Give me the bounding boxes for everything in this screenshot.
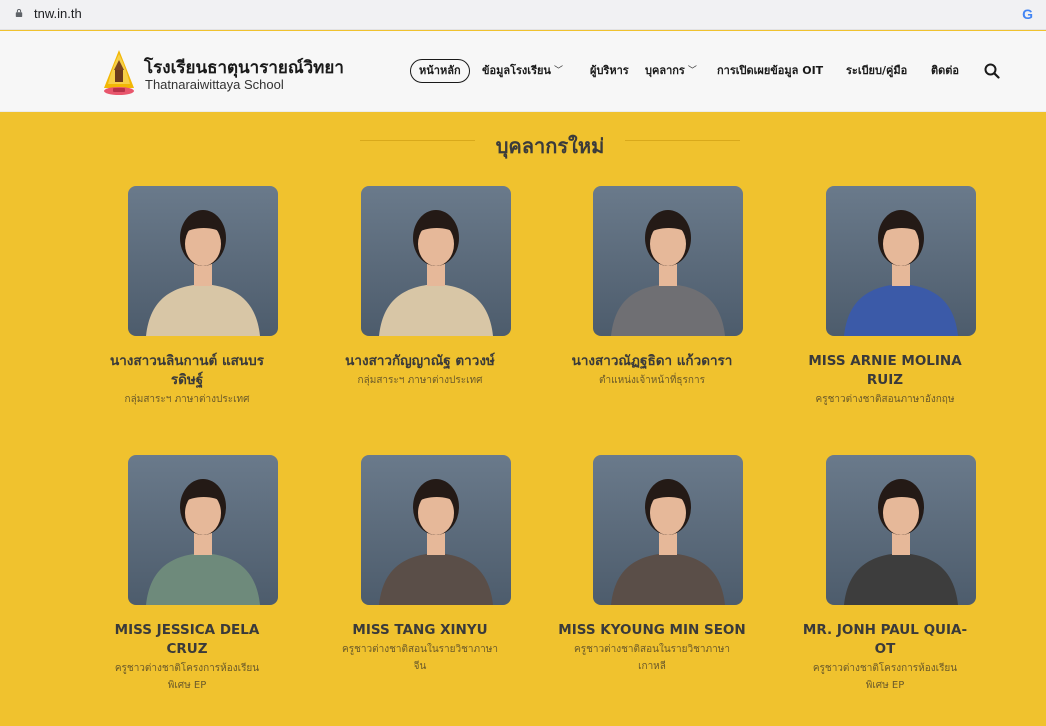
section-title: บุคลากรใหม่ xyxy=(495,134,605,158)
staff-photo[interactable] xyxy=(826,186,976,336)
staff-photo[interactable] xyxy=(826,455,976,605)
staff-role: ครูชาวต่างชาติโครงการห้องเรียนพิเศษ EP xyxy=(769,660,1001,694)
staff-role-line2: จีน xyxy=(413,661,427,672)
nav-school-info[interactable]: ข้อมูลโรงเรียน ﹀ xyxy=(482,59,563,83)
staff-name[interactable]: MISS JESSICA DELA CRUZ xyxy=(71,621,303,659)
staff-role: ครูชาวต่างชาติสอนในรายวิชาภาษาเกาหลี xyxy=(536,641,768,675)
nav-oit-disclosure-label: การเปิดเผยข้อมูล OIT xyxy=(717,64,824,77)
staff-role: ครูชาวต่างชาติสอนในรายวิชาภาษาจีน xyxy=(304,641,536,675)
staff-name[interactable]: MISS ARNIE MOLINA RUIZ xyxy=(769,352,1001,390)
nav-personnel[interactable]: บุคลากร ﹀ xyxy=(645,59,697,83)
staff-name-line1: นางสาวณัฏฐธิดา แก้วดารา xyxy=(571,353,733,369)
staff-role: ครูชาวต่างชาติโครงการห้องเรียนพิเศษ EP xyxy=(71,660,303,694)
nav-home-label: หน้าหลัก xyxy=(419,64,461,77)
staff-role-line2: พิเศษ EP xyxy=(865,680,905,691)
staff-photo[interactable] xyxy=(593,455,743,605)
nav-oit-disclosure[interactable]: การเปิดเผยข้อมูล OIT xyxy=(717,59,823,83)
staff-name-line1: MISS ARNIE MOLINA xyxy=(808,353,962,369)
staff-role: กลุ่มสาระฯ ภาษาต่างประเทศ xyxy=(71,391,303,408)
staff-name-line2: RUIZ xyxy=(866,372,904,388)
staff-name-line1: MISS JESSICA DELA xyxy=(114,622,260,638)
nav-regulations-label: ระเบียบ/คู่มือ xyxy=(846,64,908,77)
staff-photo[interactable] xyxy=(128,186,278,336)
staff-name[interactable]: นางสาวณัฏฐธิดา แก้วดารา xyxy=(536,352,768,371)
staff-role-line1: ครูชาวต่างชาติสอนภาษาอังกฤษ xyxy=(815,394,955,405)
staff-name[interactable]: MISS TANG XINYU xyxy=(304,621,536,640)
chevron-down-icon: ﹀ xyxy=(553,66,563,76)
staff-role: กลุ่มสาระฯ ภาษาต่างประเทศ xyxy=(304,372,536,389)
school-logo-icon[interactable] xyxy=(100,48,138,96)
staff-name-line1: นางสาวกัญญาณัฐ ตาวงษ์ xyxy=(345,353,495,369)
staff-role: ครูชาวต่างชาติสอนภาษาอังกฤษ xyxy=(769,391,1001,408)
staff-name-line2: CRUZ xyxy=(166,641,208,657)
staff-name[interactable]: นางสาวกัญญาณัฐ ตาวงษ์ xyxy=(304,352,536,371)
staff-role-line1: กลุ่มสาระฯ ภาษาต่างประเทศ xyxy=(124,394,250,405)
staff-photo[interactable] xyxy=(593,186,743,336)
staff-name-line1: MISS KYOUNG MIN SEON xyxy=(558,622,746,638)
nav-contact[interactable]: ติดต่อ xyxy=(931,59,959,83)
staff-role-line1: ครูชาวต่างชาติโครงการห้องเรียน xyxy=(114,663,260,674)
staff-photo[interactable] xyxy=(361,186,511,336)
staff-name-line2: OT xyxy=(874,641,896,657)
nav-administrators[interactable]: ผู้บริหาร xyxy=(590,59,629,83)
staff-role-line2: พิเศษ EP xyxy=(167,680,207,691)
chevron-down-icon: ﹀ xyxy=(687,66,697,76)
address-url[interactable]: tnw.in.th xyxy=(34,6,82,21)
staff-name[interactable]: MISS KYOUNG MIN SEON xyxy=(536,621,768,640)
staff-role-line1: ตำแหน่งเจ้าหน้าที่ธุรการ xyxy=(599,375,705,386)
school-name-english: Thatnaraiwittaya School xyxy=(145,77,284,92)
lock-icon xyxy=(15,9,23,17)
staff-role-line2: เกาหลี xyxy=(638,661,666,672)
staff-name[interactable]: MR. JONH PAUL QUIA- OT xyxy=(769,621,1001,659)
staff-role-line1: ครูชาวต่างชาติโครงการห้องเรียน xyxy=(812,663,958,674)
nav-regulations[interactable]: ระเบียบ/คู่มือ xyxy=(846,59,907,83)
nav-contact-label: ติดต่อ xyxy=(931,64,960,77)
staff-role: ตำแหน่งเจ้าหน้าที่ธุรการ xyxy=(536,372,768,389)
staff-name-line2: รดิษฐ์ xyxy=(170,372,204,388)
staff-role-line1: ครูชาวต่างชาติสอนในรายวิชาภาษา xyxy=(342,644,498,655)
nav-school-info-label: ข้อมูลโรงเรียน xyxy=(482,64,551,77)
staff-photo[interactable] xyxy=(128,455,278,605)
staff-role-line1: ครูชาวต่างชาติสอนในรายวิชาภาษา xyxy=(574,644,730,655)
staff-role-line1: กลุ่มสาระฯ ภาษาต่างประเทศ xyxy=(357,375,483,386)
staff-name-line1: MR. JONH PAUL QUIA- xyxy=(802,622,968,638)
nav-home[interactable]: หน้าหลัก xyxy=(410,59,470,83)
section-header: บุคลากรใหม่ xyxy=(360,130,740,158)
google-icon-letter: G xyxy=(1022,6,1033,22)
google-icon[interactable]: G xyxy=(1022,6,1033,22)
staff-name-line1: MISS TANG XINYU xyxy=(352,622,488,638)
nav-administrators-label: ผู้บริหาร xyxy=(590,64,629,77)
nav-personnel-label: บุคลากร xyxy=(645,64,685,77)
staff-name-line1: นางสาวนลินกานต์ แสนบร xyxy=(110,353,264,369)
browser-address-bar[interactable]: tnw.in.th G xyxy=(0,0,1046,30)
staff-name[interactable]: นางสาวนลินกานต์ แสนบรรดิษฐ์ xyxy=(71,352,303,390)
staff-photo[interactable] xyxy=(361,455,511,605)
search-icon[interactable] xyxy=(984,63,1000,79)
